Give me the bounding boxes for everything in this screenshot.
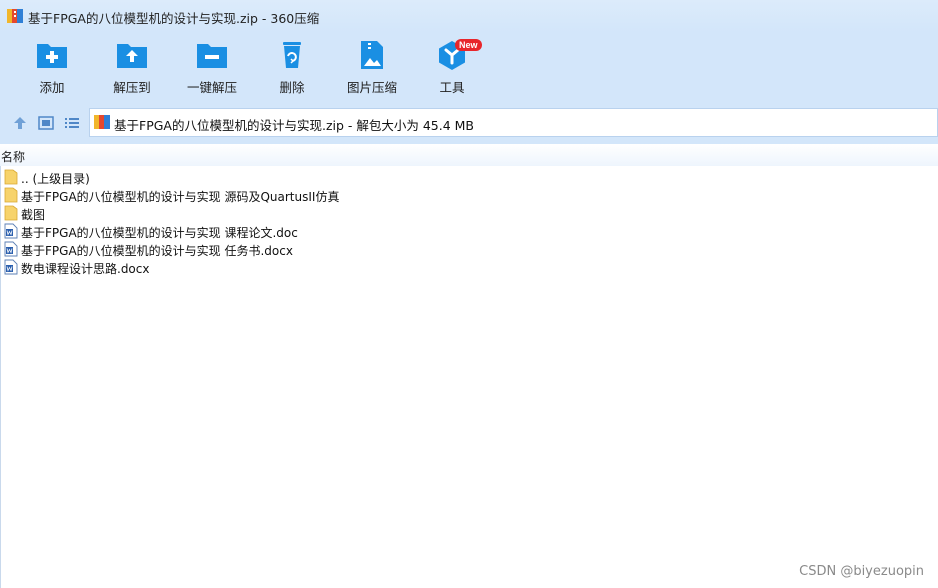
address-bar[interactable]: 基于FPGA的八位模型机的设计与实现.zip - 解包大小为 45.4 MB	[89, 108, 938, 137]
recycle-bin-icon	[283, 42, 301, 68]
zip-archive-icon	[94, 115, 110, 129]
toolbar: 添加 解压到 一键解压 删除 图片压缩 New 工具	[0, 32, 938, 102]
folder-icon	[4, 187, 18, 203]
window-title: 基于FPGA的八位模型机的设计与实现.zip - 360压缩	[28, 11, 320, 26]
new-badge: New	[455, 39, 482, 51]
list-item-name: 截图	[21, 208, 46, 222]
folder-icon	[4, 205, 18, 221]
one-click-extract-label: 一键解压	[186, 80, 237, 95]
word-document-icon	[4, 259, 18, 275]
address-path: 基于FPGA的八位模型机的设计与实现.zip - 解包大小为 45.4 MB	[114, 118, 475, 133]
watermark: CSDN @biyezuopin	[799, 564, 924, 579]
image-compress-button[interactable]: 图片压缩	[332, 40, 412, 96]
add-folder-icon	[37, 44, 67, 68]
add-button[interactable]: 添加	[12, 40, 92, 96]
word-document-icon	[4, 241, 18, 257]
extract-to-folder-icon	[117, 44, 147, 68]
extract-to-button[interactable]: 解压到	[92, 40, 172, 96]
address-row: 基于FPGA的八位模型机的设计与实现.zip - 解包大小为 45.4 MB	[0, 102, 938, 144]
word-document-icon	[4, 223, 18, 239]
one-click-extract-icon	[197, 44, 227, 68]
list-item[interactable]: 基于FPGA的八位模型机的设计与实现 任务书.docx	[0, 240, 938, 258]
tools-button[interactable]: New 工具	[412, 39, 492, 96]
column-header-label: 名称	[1, 150, 26, 164]
list-item-name: 基于FPGA的八位模型机的设计与实现 课程论文.doc	[21, 226, 298, 240]
delete-label: 删除	[279, 80, 305, 95]
list-item[interactable]: 基于FPGA的八位模型机的设计与实现 源码及QuartusII仿真	[0, 186, 938, 204]
delete-button[interactable]: 删除	[252, 40, 332, 96]
list-view-icon[interactable]	[63, 114, 81, 132]
add-label: 添加	[39, 80, 65, 95]
list-item[interactable]: .. (上级目录)	[0, 168, 938, 186]
folder-icon	[4, 169, 18, 185]
thumbnail-view-icon[interactable]	[37, 114, 55, 132]
zip-archive-icon	[7, 9, 23, 23]
column-header-name[interactable]: 名称	[0, 144, 938, 166]
list-item[interactable]: 截图	[0, 204, 938, 222]
list-item[interactable]: 数电课程设计思路.docx	[0, 258, 938, 276]
image-compress-icon	[361, 41, 383, 69]
title-bar: 基于FPGA的八位模型机的设计与实现.zip - 360压缩	[0, 0, 938, 32]
extract-to-label: 解压到	[113, 80, 151, 95]
file-list: .. (上级目录) 基于FPGA的八位模型机的设计与实现 源码及QuartusI…	[0, 168, 938, 276]
list-item-name: 基于FPGA的八位模型机的设计与实现 任务书.docx	[21, 244, 293, 258]
one-click-extract-button[interactable]: 一键解压	[172, 40, 252, 96]
list-item-name: 基于FPGA的八位模型机的设计与实现 源码及QuartusII仿真	[21, 190, 340, 204]
list-item[interactable]: 基于FPGA的八位模型机的设计与实现 课程论文.doc	[0, 222, 938, 240]
list-item-name: .. (上级目录)	[21, 172, 90, 186]
image-compress-label: 图片压缩	[346, 80, 397, 95]
list-item-name: 数电课程设计思路.docx	[21, 262, 150, 276]
up-arrow-icon[interactable]	[11, 114, 29, 132]
tools-label: 工具	[439, 80, 465, 95]
